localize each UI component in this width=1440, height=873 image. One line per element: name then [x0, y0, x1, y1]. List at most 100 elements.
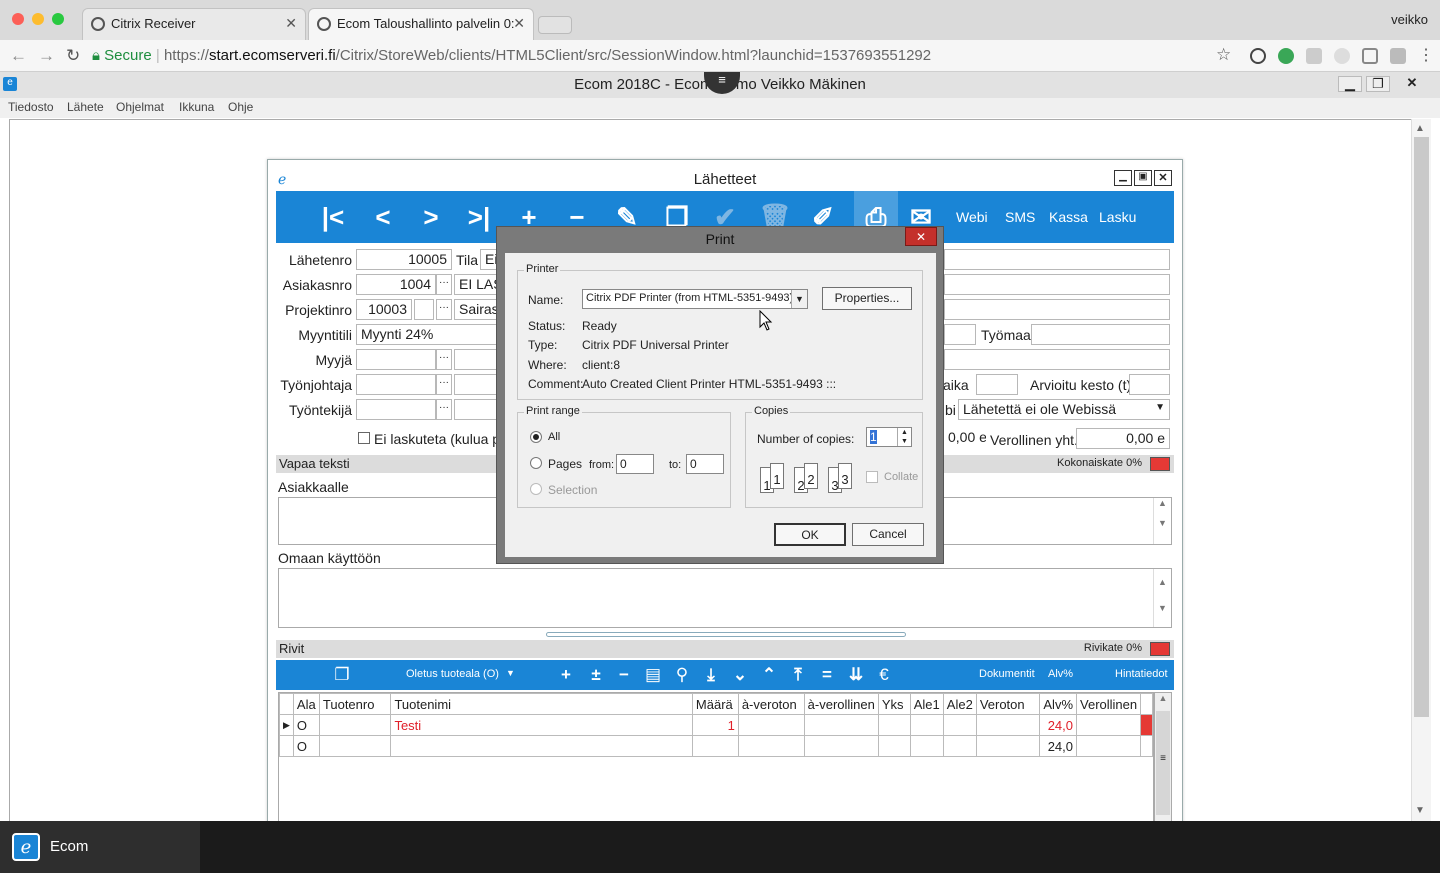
- evernote-icon[interactable]: [1278, 48, 1294, 64]
- tab-ecom[interactable]: Ecom Taloushallinto palvelin 0: ✕: [308, 8, 534, 40]
- column-header[interactable]: à-veroton: [737, 693, 805, 715]
- column-header[interactable]: Tuotenimi: [390, 693, 693, 715]
- table-cell[interactable]: [909, 735, 944, 757]
- euro-icon[interactable]: €: [874, 665, 894, 685]
- print-close-button[interactable]: ✕: [905, 227, 937, 246]
- equals-icon[interactable]: =: [817, 665, 837, 685]
- tyontekija-lookup-button[interactable]: ···: [436, 399, 452, 420]
- table-cell[interactable]: [975, 735, 1041, 757]
- alv-button[interactable]: Alv%: [1048, 668, 1073, 680]
- table-cell[interactable]: [318, 714, 392, 736]
- cancel-button[interactable]: Cancel: [852, 523, 924, 546]
- menu-kebab-icon[interactable]: ⋮: [1418, 45, 1434, 65]
- camera-icon[interactable]: [1362, 48, 1378, 64]
- table-cell[interactable]: [390, 735, 693, 757]
- close-window-button[interactable]: [12, 13, 24, 25]
- add-row-icon[interactable]: +: [556, 665, 576, 685]
- myyja-field[interactable]: [356, 349, 436, 370]
- verollinen-yht-field[interactable]: 0,00 e: [1076, 428, 1170, 449]
- table-cell[interactable]: [942, 735, 977, 757]
- ei-laskuteta-checkbox[interactable]: [358, 432, 370, 444]
- table-cell[interactable]: [877, 714, 911, 736]
- taskbar-app-ecom[interactable]: ℯ Ecom: [0, 821, 200, 873]
- projekti-lookup-button[interactable]: ···: [436, 299, 452, 320]
- app-close-button[interactable]: ✕: [1400, 76, 1424, 92]
- lwin-close-button[interactable]: ✕: [1154, 170, 1172, 186]
- new-tab-button[interactable]: [538, 16, 572, 34]
- url-field[interactable]: 🔒︎ Secure | https://start.ecomserveri.fi…: [92, 44, 1240, 68]
- range-pages-radio[interactable]: [530, 457, 542, 469]
- dokumentit-button[interactable]: Dokumentit: [979, 668, 1035, 680]
- profile-name[interactable]: veikko: [1391, 12, 1428, 27]
- sms-button[interactable]: SMS: [1005, 209, 1035, 225]
- extension-icon[interactable]: [1306, 48, 1322, 64]
- asiakasnro-field[interactable]: 1004: [356, 274, 436, 295]
- tyonjohtaja-name-field[interactable]: [454, 374, 500, 395]
- close-tab-icon[interactable]: ✕: [285, 15, 297, 32]
- right-field-1[interactable]: [944, 249, 1170, 270]
- column-header[interactable]: Tuotenro: [318, 693, 392, 715]
- column-header[interactable]: Verollinen: [1076, 693, 1142, 715]
- textarea-scrollbar[interactable]: ▲ ▼: [1153, 569, 1171, 627]
- cloud-icon[interactable]: [1334, 48, 1350, 64]
- hintatiedot-button[interactable]: Hintatiedot: [1115, 668, 1168, 680]
- myyja-lookup-button[interactable]: ···: [436, 349, 452, 370]
- table-cell[interactable]: [909, 714, 944, 736]
- table-cell[interactable]: [318, 735, 392, 757]
- table-cell[interactable]: 24,0: [1039, 714, 1078, 736]
- move-down-icon[interactable]: ⌄: [730, 665, 750, 685]
- tyontekija-field[interactable]: [356, 399, 436, 420]
- ok-button[interactable]: OK: [774, 523, 846, 546]
- tyontekija-name-field[interactable]: [454, 399, 500, 420]
- scroll-down-icon[interactable]: ▼: [1415, 805, 1425, 816]
- projektinro-field[interactable]: 10003: [356, 299, 412, 320]
- table-cell[interactable]: Testi: [390, 714, 693, 736]
- menu-tiedosto[interactable]: Tiedosto: [8, 100, 54, 114]
- next-record-icon[interactable]: >: [414, 201, 448, 233]
- table-cell[interactable]: O: [292, 714, 320, 736]
- column-header[interactable]: Määrä: [691, 693, 739, 715]
- insert-row-icon[interactable]: ±: [586, 665, 606, 685]
- column-header[interactable]: Ale1: [909, 693, 944, 715]
- move-up-icon[interactable]: ⌃: [759, 665, 779, 685]
- table-cell[interactable]: [737, 714, 805, 736]
- right-field-4[interactable]: [944, 324, 976, 345]
- clipboard-icon[interactable]: ▤: [643, 665, 663, 685]
- scroll-thumb[interactable]: ≡: [1156, 711, 1170, 815]
- lwin-maximize-button[interactable]: ▣: [1134, 170, 1152, 186]
- reload-icon[interactable]: ↻: [66, 46, 80, 66]
- bookmark-star-icon[interactable]: ☆: [1216, 45, 1231, 65]
- arvioitu-kesto-field[interactable]: [1129, 374, 1170, 395]
- myyja-name-field[interactable]: [454, 349, 500, 370]
- forward-icon[interactable]: →: [38, 46, 55, 66]
- table-row[interactable]: ▶ O Testi 1 24,0: [279, 714, 1153, 736]
- first-record-icon[interactable]: |<: [316, 201, 350, 233]
- webi-status-select[interactable]: Lähetettä ei ole Webissä ▼: [958, 399, 1170, 420]
- tyomaa-field[interactable]: [1031, 324, 1170, 345]
- column-header[interactable]: Veroton: [975, 693, 1041, 715]
- splitter-handle[interactable]: [546, 632, 906, 637]
- table-cell[interactable]: [1076, 735, 1142, 757]
- table-cell[interactable]: [803, 714, 879, 736]
- extension-info-icon[interactable]: [1250, 48, 1266, 64]
- close-tab-icon[interactable]: ✕: [513, 15, 525, 32]
- lasku-button[interactable]: Lasku: [1099, 209, 1136, 225]
- aika-field[interactable]: [976, 374, 1018, 395]
- projekti-name-field[interactable]: Sairast: [454, 299, 500, 320]
- sort-icon[interactable]: ⇊: [846, 665, 866, 685]
- tyonjohtaja-field[interactable]: [356, 374, 436, 395]
- properties-button[interactable]: Properties...: [822, 287, 912, 310]
- grammarly-icon[interactable]: [1390, 48, 1406, 64]
- workspace-scrollbar[interactable]: ▲ ▼: [1411, 119, 1431, 821]
- kassa-button[interactable]: Kassa: [1049, 209, 1088, 225]
- menu-ikkuna[interactable]: Ikkuna: [179, 100, 214, 114]
- scroll-up-icon[interactable]: ▲: [1155, 693, 1171, 703]
- tab-citrix-receiver[interactable]: Citrix Receiver ✕: [82, 8, 306, 40]
- copies-input[interactable]: 1 ▲ ▼: [866, 427, 912, 447]
- column-header[interactable]: Alv%: [1039, 693, 1078, 715]
- scroll-up-icon[interactable]: ▲: [1415, 123, 1425, 134]
- asiakas-lookup-button[interactable]: ···: [436, 274, 452, 295]
- previous-record-icon[interactable]: <: [366, 201, 400, 233]
- table-cell[interactable]: 1: [691, 714, 739, 736]
- omaan-kayttoon-textarea[interactable]: ▲ ▼: [278, 568, 1172, 628]
